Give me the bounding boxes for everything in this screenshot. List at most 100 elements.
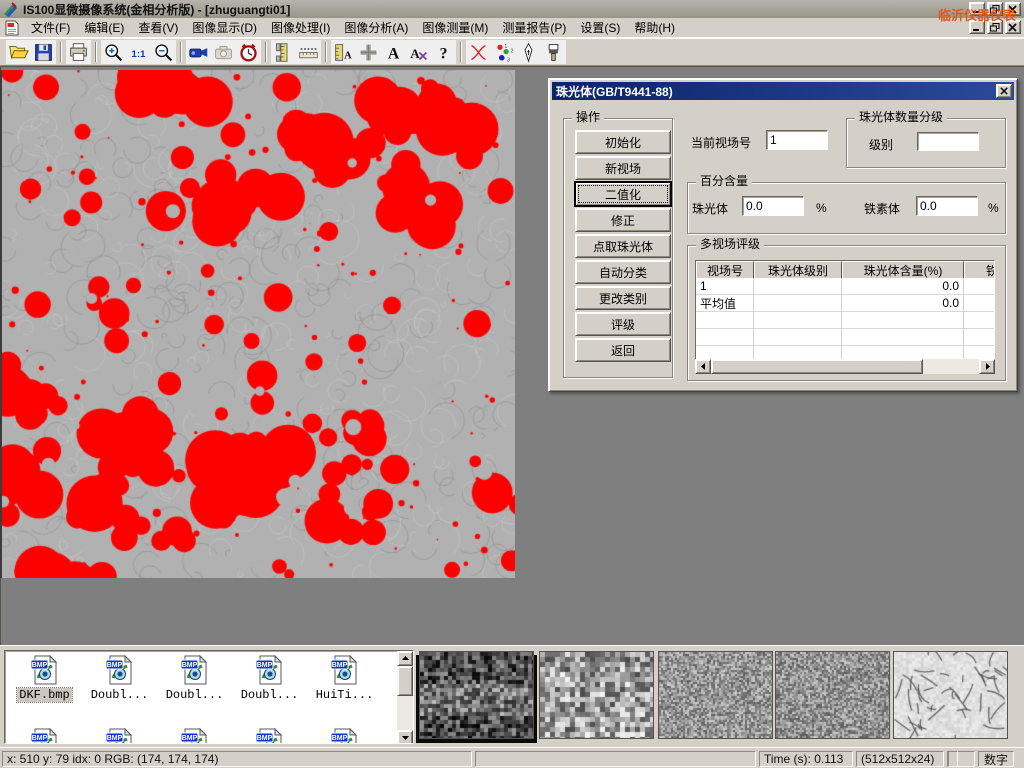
- window-restore-button[interactable]: [987, 2, 1003, 16]
- op-button-6[interactable]: 自动分类: [575, 260, 671, 284]
- current-field-label: 当前视场号: [691, 134, 751, 151]
- menu-item-6[interactable]: 图像分析(A): [337, 19, 415, 37]
- menu-item-1[interactable]: 文件(F): [24, 19, 77, 37]
- save-button[interactable]: [31, 40, 56, 64]
- toolbar-separator: [180, 42, 182, 62]
- menu-item-8[interactable]: 测量报告(P): [495, 19, 573, 37]
- file-list-scrollbar[interactable]: [397, 651, 413, 744]
- move-cross-button[interactable]: [356, 40, 381, 64]
- menu-item-7[interactable]: 图像测量(M): [415, 19, 495, 37]
- op-button-4[interactable]: 修正: [575, 208, 671, 232]
- op-button-1[interactable]: 初始化: [575, 130, 671, 154]
- dialog-title-bar[interactable]: 珠光体(GB/T9441-88): [552, 82, 1014, 100]
- file-item-partial[interactable]: BMP: [157, 727, 232, 744]
- open-button[interactable]: [6, 40, 31, 64]
- file-name: Doubl...: [164, 688, 226, 702]
- table-row[interactable]: 10.0: [696, 278, 994, 295]
- menu-item-2[interactable]: 编辑(E): [77, 19, 131, 37]
- print-icon: [68, 42, 89, 63]
- bmp-file-icon: BMP: [179, 727, 211, 744]
- scroll-up-button[interactable]: [397, 651, 413, 666]
- file-item-partial[interactable]: BMP: [82, 727, 157, 744]
- classify-points-button[interactable]: 123: [491, 40, 516, 64]
- file-item[interactable]: BMPDoubl...: [157, 654, 232, 702]
- thumbnail-4[interactable]: [775, 651, 890, 739]
- metallograph-image[interactable]: [2, 70, 515, 578]
- op-button-7[interactable]: 更改类别: [575, 286, 671, 310]
- menu-item-4[interactable]: 图像显示(D): [185, 19, 264, 37]
- zoom-out-button[interactable]: [151, 40, 176, 64]
- menu-item-10[interactable]: 帮助(H): [627, 19, 682, 37]
- table-cell: [754, 295, 842, 312]
- current-field-input[interactable]: [766, 130, 828, 150]
- camera-button[interactable]: [211, 40, 236, 64]
- operations-group-label: 操作: [572, 110, 604, 124]
- caliper-button[interactable]: [271, 40, 296, 64]
- ruler-button[interactable]: [296, 40, 321, 64]
- rating-table-group-label: 多视场评级: [696, 237, 764, 251]
- pen-icon: [518, 42, 539, 63]
- table-horizontal-scrollbar[interactable]: [695, 359, 995, 374]
- op-button-5[interactable]: 点取珠光体: [575, 234, 671, 258]
- file-item-partial[interactable]: BMP: [232, 727, 307, 744]
- file-item[interactable]: BMPHuiTi...: [307, 654, 382, 702]
- video-camera-button[interactable]: [186, 40, 211, 64]
- op-button-8[interactable]: 评级: [575, 312, 671, 336]
- help-button[interactable]: ?: [431, 40, 456, 64]
- child-minimize-button[interactable]: [969, 20, 985, 34]
- grab-tool-button[interactable]: [541, 40, 566, 64]
- table-row[interactable]: [696, 312, 994, 329]
- level-input[interactable]: [917, 132, 979, 151]
- ferrite-percent-input[interactable]: [916, 196, 978, 216]
- svg-text:BMP: BMP: [106, 662, 122, 669]
- text-style-icon: A: [408, 42, 429, 63]
- child-close-button[interactable]: [1005, 20, 1021, 34]
- scroll-right-button[interactable]: [979, 359, 995, 374]
- scroll-down-button[interactable]: [397, 730, 413, 744]
- table-cell: [754, 329, 842, 346]
- file-item[interactable]: BMPDKF.bmp: [7, 654, 82, 702]
- measure-scale-button[interactable]: A: [331, 40, 356, 64]
- file-item[interactable]: BMP Doubl...: [82, 654, 157, 702]
- toolbar-separator: [265, 42, 267, 62]
- dialog-close-button[interactable]: [996, 84, 1012, 98]
- file-item[interactable]: BMPDoubl...: [232, 654, 307, 702]
- scroll-left-button[interactable]: [695, 359, 711, 374]
- pearlite-percent-input[interactable]: [742, 196, 804, 216]
- child-restore-button[interactable]: [987, 20, 1003, 34]
- thumbnail-2[interactable]: [539, 651, 654, 739]
- scrollbar-thumb[interactable]: [711, 359, 923, 374]
- toolbar-separator: [60, 42, 62, 62]
- window-close-button[interactable]: [1005, 2, 1021, 16]
- op-button-3[interactable]: 二值化: [575, 182, 671, 206]
- text-button[interactable]: A: [381, 40, 406, 64]
- thumbnail-3[interactable]: [658, 651, 773, 739]
- op-button-9[interactable]: 返回: [575, 338, 671, 362]
- zoom-in-button[interactable]: [101, 40, 126, 64]
- menu-bar: 文件(F)编辑(E)查看(V)图像显示(D)图像处理(I)图像分析(A)图像测量…: [0, 18, 1024, 38]
- thumbnail-5[interactable]: [893, 651, 1008, 739]
- menu-item-9[interactable]: 设置(S): [573, 19, 627, 37]
- ferrite-label: 铁素体: [864, 200, 900, 217]
- application-window: IS100显微摄像系统(金相分析版) - [zhuguangti01] 临沂仪器…: [0, 0, 1024, 768]
- pearlite-label: 珠光体: [692, 200, 728, 217]
- menu-item-3[interactable]: 查看(V): [131, 19, 185, 37]
- file-item-partial[interactable]: BMP: [7, 727, 82, 744]
- thumbnail-1[interactable]: [419, 651, 534, 739]
- table-row[interactable]: 平均值0.0: [696, 295, 994, 312]
- pen-button[interactable]: [516, 40, 541, 64]
- op-button-2[interactable]: 新视场: [575, 156, 671, 180]
- svg-text:A: A: [410, 45, 420, 60]
- menu-item-5[interactable]: 图像处理(I): [264, 19, 337, 37]
- window-minimize-button[interactable]: [969, 2, 985, 16]
- svg-text:1:1: 1:1: [132, 48, 147, 59]
- scrollbar-thumb[interactable]: [397, 666, 413, 696]
- print-button[interactable]: [66, 40, 91, 64]
- timer-button[interactable]: [236, 40, 261, 64]
- actual-size-button[interactable]: 1:1: [126, 40, 151, 64]
- text-style-button[interactable]: A: [406, 40, 431, 64]
- file-name: Doubl...: [89, 688, 151, 702]
- table-row[interactable]: [696, 329, 994, 346]
- curve-tool-button[interactable]: [466, 40, 491, 64]
- file-item-partial[interactable]: BMP: [307, 727, 382, 744]
